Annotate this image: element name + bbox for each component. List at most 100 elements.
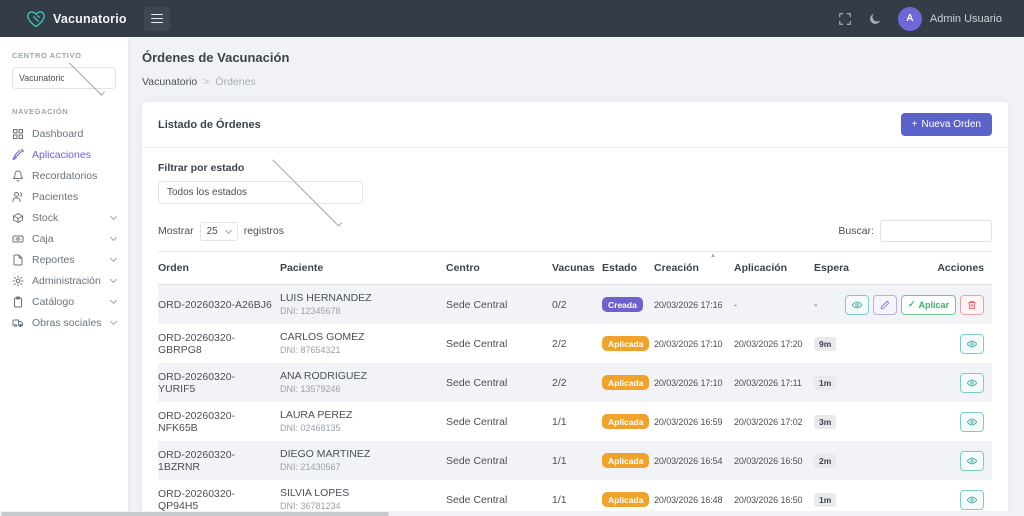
view-order-button[interactable]: [960, 490, 984, 510]
orders-table: OrdenPacienteCentroVacunasEstadoCreación…: [158, 251, 992, 516]
fullscreen-button[interactable]: [838, 12, 852, 26]
edit-order-button[interactable]: [873, 295, 897, 315]
chevron-down-icon: [68, 59, 104, 95]
patient-name: ANA RODRIGUEZ: [280, 370, 438, 382]
active-center-label: CENTRO ACTIVO: [0, 51, 128, 60]
sidebar-item-administraci-n[interactable]: Administración: [0, 270, 128, 291]
user-name: Admin Usuario: [930, 13, 1002, 25]
column-header-estado[interactable]: Estado: [602, 252, 654, 285]
sidebar-item-obras-sociales[interactable]: Obras sociales: [0, 312, 128, 333]
patient-dni: DNI: 13579246: [280, 384, 438, 395]
chevron-down-icon: [110, 213, 117, 220]
center-cell: Sede Central: [446, 285, 552, 325]
main-content: Órdenes de Vacunación Vacunatorio > Órde…: [128, 37, 1024, 516]
search-control: Buscar:: [838, 220, 992, 242]
table-row: ORD-20260320-NFK65B LAURA PEREZ DNI: 024…: [158, 402, 992, 441]
column-header-vacunas[interactable]: Vacunas: [552, 252, 602, 285]
eye-icon: [967, 456, 977, 466]
created-at-cell: 20/03/2026 17:16: [654, 285, 734, 325]
row-actions: [862, 412, 984, 432]
patient-name: LUIS HERNANDEZ: [280, 292, 438, 304]
sidebar-item-cat-logo[interactable]: Catálogo: [0, 291, 128, 312]
length-suffix: registros: [244, 225, 284, 237]
order-id: ORD-20260320-NFK65B: [158, 402, 280, 441]
column-header-aplicaci-n[interactable]: Aplicación: [734, 252, 814, 285]
breadcrumb-current: Órdenes: [215, 76, 255, 88]
patient-dni: DNI: 87654321: [280, 345, 438, 356]
horizontal-scrollbar[interactable]: [0, 511, 1024, 516]
order-id: ORD-20260320-1BZRNR: [158, 441, 280, 480]
breadcrumb-parent[interactable]: Vacunatorio: [142, 76, 197, 88]
column-header-espera[interactable]: Espera: [814, 252, 862, 285]
new-order-button[interactable]: + Nueva Orden: [901, 113, 992, 136]
new-order-label: Nueva Orden: [922, 119, 981, 130]
user-menu[interactable]: A Admin Usuario: [898, 7, 1002, 31]
breadcrumb: Vacunatorio > Órdenes: [142, 76, 1008, 88]
trash-icon: [967, 300, 977, 310]
orders-card: Listado de Órdenes + Nueva Orden Filtrar…: [142, 102, 1008, 516]
center-select[interactable]: Vacunatorio (Principal): [12, 67, 116, 89]
center-cell: Sede Central: [446, 441, 552, 480]
sidebar: CENTRO ACTIVO Vacunatorio (Principal) NA…: [0, 37, 128, 516]
applied-at-cell: 20/03/2026 17:11: [734, 363, 814, 402]
card-title: Listado de Órdenes: [158, 119, 261, 131]
vaccines-cell: 2/2: [552, 363, 602, 402]
plus-icon: +: [912, 119, 918, 130]
status-badge: Aplicada: [602, 375, 649, 390]
page-length-select[interactable]: 25: [200, 222, 238, 241]
view-order-button[interactable]: [960, 451, 984, 471]
gear-icon: [12, 275, 24, 287]
view-order-button[interactable]: [960, 373, 984, 393]
wait-time-badge: 1m: [814, 493, 836, 507]
patient-name: CARLOS GOMEZ: [280, 331, 438, 343]
syringe-icon: [12, 149, 24, 161]
chevron-down-icon: [110, 276, 117, 283]
chevron-down-icon: [110, 255, 117, 262]
view-order-button[interactable]: [960, 334, 984, 354]
sidebar-item-caja[interactable]: Caja: [0, 228, 128, 249]
view-order-button[interactable]: [845, 295, 869, 315]
moon-icon: [868, 12, 882, 26]
column-header-orden[interactable]: Orden: [158, 252, 280, 285]
center-cell: Sede Central: [446, 363, 552, 402]
page-length-value: 25: [207, 226, 218, 237]
horizontal-scrollbar-thumb[interactable]: [1, 512, 389, 516]
row-actions: [862, 451, 984, 471]
search-label: Buscar:: [838, 225, 874, 237]
wait-time-badge: -: [814, 299, 818, 311]
apply-order-button[interactable]: ✓ Aplicar: [901, 295, 956, 315]
sidebar-item-stock[interactable]: Stock: [0, 207, 128, 228]
column-header-acciones[interactable]: Acciones: [862, 252, 992, 285]
created-at-cell: 20/03/2026 16:54: [654, 441, 734, 480]
sidebar-item-pacientes[interactable]: Pacientes: [0, 186, 128, 207]
table-header-row: OrdenPacienteCentroVacunasEstadoCreación…: [158, 252, 992, 285]
row-actions: [862, 373, 984, 393]
menu-toggle-button[interactable]: [144, 7, 170, 31]
search-input[interactable]: [880, 220, 992, 242]
sidebar-item-recordatorios[interactable]: Recordatorios: [0, 165, 128, 186]
status-filter-select[interactable]: Todos los estados: [158, 181, 363, 204]
sidebar-item-reportes[interactable]: Reportes: [0, 249, 128, 270]
sidebar-item-label: Caja: [32, 233, 54, 245]
eye-icon: [967, 495, 977, 505]
row-actions: ✓ Aplicar: [862, 295, 984, 315]
sidebar-item-dashboard[interactable]: Dashboard: [0, 123, 128, 144]
delete-order-button[interactable]: [960, 295, 984, 315]
applied-at-cell: 20/03/2026 17:20: [734, 324, 814, 363]
dark-mode-toggle-button[interactable]: [868, 12, 882, 26]
table-row: ORD-20260320-YURIF5 ANA RODRIGUEZ DNI: 1…: [158, 363, 992, 402]
view-order-button[interactable]: [960, 412, 984, 432]
column-header-paciente[interactable]: Paciente: [280, 252, 446, 285]
created-at-cell: 20/03/2026 17:10: [654, 324, 734, 363]
vaccines-cell: 2/2: [552, 324, 602, 363]
sidebar-item-aplicaciones[interactable]: Aplicaciones: [0, 144, 128, 165]
created-at-cell: 20/03/2026 16:59: [654, 402, 734, 441]
patient-dni: DNI: 12345678: [280, 306, 438, 317]
sidebar-item-label: Administración: [32, 275, 101, 287]
column-header-centro[interactable]: Centro: [446, 252, 552, 285]
sidebar-nav: Dashboard Aplicaciones Recordatorios Pac…: [0, 123, 128, 333]
table-row: ORD-20260320-GBRPG8 CARLOS GOMEZ DNI: 87…: [158, 324, 992, 363]
status-badge: Aplicada: [602, 336, 649, 351]
column-header-creaci-n[interactable]: Creación▲: [654, 252, 734, 285]
vaccines-cell: 0/2: [552, 285, 602, 325]
